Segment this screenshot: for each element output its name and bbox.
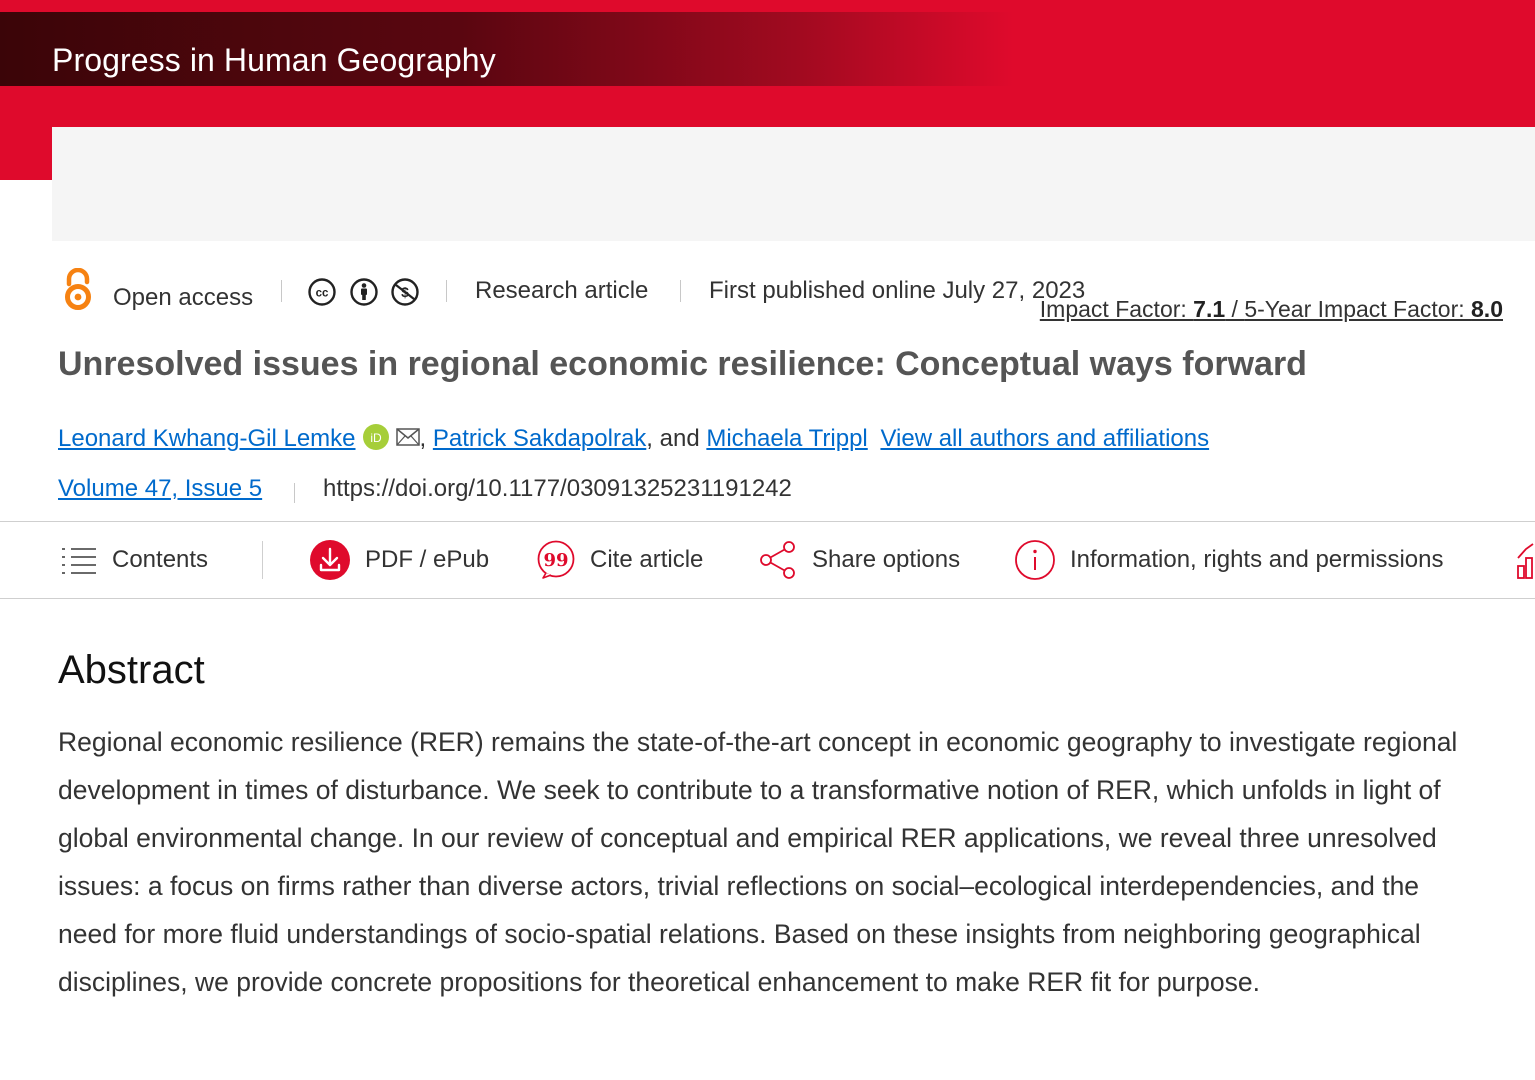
orcid-icon[interactable]: iD [362, 423, 390, 451]
view-all-authors-link[interactable]: View all authors and affiliations [880, 425, 1209, 452]
pdf-epub-label: PDF / ePub [365, 546, 490, 573]
journal-header-bar: Progress in Human Geography [0, 12, 1535, 86]
five-year-impact-value: 8.0 [1471, 296, 1503, 322]
article-toolbar: Contents PDF / ePub 99 Cite article Shar… [0, 521, 1535, 599]
svg-text:iD: iD [370, 431, 382, 445]
impact-factor-link[interactable]: Impact Factor: 7.1 / 5-Year Impact Facto… [1040, 296, 1503, 323]
author-list: Leonard Kwhang-Gil Lemke iD, Patrick Sakd… [58, 423, 1209, 459]
svg-text:cc: cc [316, 288, 329, 300]
meta-separator [680, 280, 681, 302]
pdf-epub-button[interactable]: PDF / ePub [309, 522, 489, 598]
article-title: Unresolved issues in regional economic r… [58, 345, 1307, 383]
share-options-button[interactable]: Share options [758, 522, 960, 598]
open-access-icon [65, 268, 91, 310]
open-access-label: Open access [113, 284, 254, 311]
email-icon[interactable] [395, 427, 420, 446]
svg-text:99: 99 [543, 550, 568, 571]
information-button[interactable]: Information, rights and permissions [1014, 522, 1444, 598]
info-icon [1015, 540, 1055, 580]
abstract-text: Regional economic resilience (RER) remai… [58, 727, 1458, 997]
share-icon [760, 541, 795, 579]
bar-chart-icon [1517, 543, 1534, 579]
journal-metrics-panel: Impact Factor: 7.1 / 5-Year Impact Facto… [52, 127, 1535, 322]
quote-icon: 99 [537, 540, 575, 579]
doi-text[interactable]: https://doi.org/10.1177/0309132523119124… [323, 475, 792, 503]
download-icon [310, 540, 350, 580]
impact-separator: / [1225, 296, 1245, 322]
non-commercial-icon[interactable]: $ [390, 277, 420, 307]
author-and: , and [646, 425, 700, 452]
cite-article-button[interactable]: 99 Cite article [536, 522, 703, 598]
abstract-heading: Abstract [58, 648, 205, 692]
volume-issue-link[interactable]: Volume 47, Issue 5 [58, 475, 262, 503]
meta-separator [281, 280, 282, 302]
five-year-impact-label: 5-Year Impact Factor: [1244, 296, 1472, 322]
author-link[interactable]: Patrick Sakdapolrak [433, 425, 646, 452]
meta-separator [294, 483, 295, 503]
share-options-label: Share options [812, 546, 961, 573]
meta-separator [446, 280, 447, 302]
impact-factor-value: 7.1 [1193, 296, 1226, 322]
toolbar-separator [262, 541, 263, 579]
article-type: Research article [475, 277, 649, 304]
author-link[interactable]: Michaela Trippl [706, 425, 867, 452]
author-link[interactable]: Leonard Kwhang-Gil Lemke [58, 425, 356, 452]
author-comma: , [419, 425, 427, 452]
list-icon [62, 548, 96, 574]
svg-text:$: $ [401, 284, 409, 300]
attribution-icon[interactable] [349, 277, 379, 307]
journal-title[interactable]: Progress in Human Geography [52, 42, 496, 79]
contents-label: Contents [112, 546, 209, 573]
creative-commons-icon[interactable]: cc [307, 277, 337, 307]
metrics-button[interactable] [1516, 522, 1535, 598]
information-label: Information, rights and permissions [1070, 546, 1444, 573]
publication-date: First published online July 27, 2023 [709, 277, 1086, 304]
contents-button[interactable]: Contents [60, 522, 208, 598]
cite-article-label: Cite article [590, 546, 704, 573]
